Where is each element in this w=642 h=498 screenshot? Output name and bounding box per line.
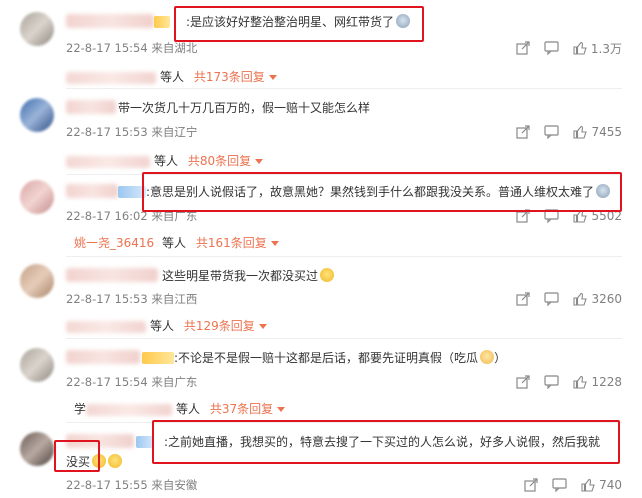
reply-username-link[interactable]: 姚一尧_36416 xyxy=(74,236,154,250)
username-blurred[interactable] xyxy=(66,14,154,28)
divider xyxy=(66,256,622,257)
comment-icon xyxy=(544,375,560,389)
reply-username-blurred[interactable] xyxy=(66,320,146,333)
comment-time: 22-8-17 15:53 来自辽宁 xyxy=(66,125,198,139)
chevron-down-icon xyxy=(255,159,264,164)
username-blurred[interactable] xyxy=(66,350,140,364)
comment-time: 22-8-17 15:54 来自广东 xyxy=(66,375,198,389)
comment-button[interactable] xyxy=(544,125,560,139)
like-count: 7455 xyxy=(591,125,622,139)
replies-summary[interactable]: 姚一尧_36416 等人 共161条回复 xyxy=(74,234,279,250)
member-badge xyxy=(142,352,174,364)
avatar[interactable] xyxy=(20,432,54,466)
like-count: 740 xyxy=(599,478,622,492)
avatar[interactable] xyxy=(20,12,54,46)
like-count: 3260 xyxy=(591,292,622,306)
like-count: 1.3万 xyxy=(590,41,622,56)
avatar[interactable] xyxy=(20,180,54,214)
comment-text: 带一次货几十万几百万的，假一赔十又能怎么样 xyxy=(118,101,371,115)
comment-button[interactable] xyxy=(544,292,560,306)
comment-button[interactable] xyxy=(552,478,567,492)
highlight-box xyxy=(142,172,622,212)
member-badge xyxy=(154,16,170,28)
comment-icon xyxy=(544,125,560,139)
like-button[interactable]: 740 xyxy=(581,478,622,492)
comment-icon xyxy=(544,292,560,306)
reply-count-link[interactable]: 共161条回复 xyxy=(196,236,267,250)
highlight-box xyxy=(54,440,100,472)
like-button[interactable]: 1.3万 xyxy=(573,40,622,57)
like-button[interactable]: 1228 xyxy=(573,375,622,389)
share-icon xyxy=(516,375,531,389)
replies-summary[interactable]: 等人 共129条回复 xyxy=(66,317,267,333)
highlight-box xyxy=(152,420,620,464)
comment-icon xyxy=(552,478,567,492)
thumbs-up-icon xyxy=(573,375,588,389)
like-button[interactable]: 7455 xyxy=(573,125,622,139)
thumbs-up-icon xyxy=(573,41,587,55)
comment-button[interactable] xyxy=(544,41,559,55)
comment-time: 22-8-17 15:54 来自湖北 xyxy=(66,41,198,55)
reply-username-blurred[interactable] xyxy=(86,403,173,416)
divider xyxy=(66,338,622,339)
reply-count-link[interactable]: 共129条回复 xyxy=(184,319,255,333)
divider xyxy=(66,88,622,89)
reply-username-blurred[interactable] xyxy=(66,71,156,84)
reply-username-blurred[interactable] xyxy=(66,155,150,168)
reply-count-link[interactable]: 共37条回复 xyxy=(210,402,273,416)
highlight-box xyxy=(174,6,424,42)
share-button[interactable] xyxy=(516,41,530,55)
replies-summary[interactable]: 等人 共173条回复 xyxy=(66,68,277,84)
laughing-emoji-icon xyxy=(320,268,335,282)
share-icon xyxy=(516,125,531,139)
share-icon xyxy=(516,41,530,55)
replies-summary[interactable]: 等人 共80条回复 xyxy=(66,152,264,168)
avatar[interactable] xyxy=(20,264,54,298)
like-button[interactable]: 3260 xyxy=(573,292,622,306)
share-icon xyxy=(516,292,531,306)
comment-actions: 1228 xyxy=(502,373,622,391)
chevron-down-icon xyxy=(268,75,277,80)
thumbs-up-icon xyxy=(573,125,588,139)
comment-time: 22-8-17 15:55 来自安徽 xyxy=(66,478,198,492)
share-icon xyxy=(524,478,538,492)
comment-button[interactable] xyxy=(544,375,560,389)
share-button[interactable] xyxy=(516,125,531,139)
comment-actions: 7455 xyxy=(502,123,622,141)
chevron-down-icon xyxy=(277,407,286,412)
like-count: 1228 xyxy=(591,375,622,389)
comment-actions: 3260 xyxy=(502,290,622,308)
avatar[interactable] xyxy=(20,98,54,132)
thumbs-up-icon xyxy=(581,478,595,492)
comment-time: 22-8-17 15:53 来自江西 xyxy=(66,292,198,306)
chevron-down-icon xyxy=(270,241,279,246)
laughing-emoji-icon xyxy=(108,454,123,468)
username-blurred[interactable] xyxy=(66,100,116,114)
reply-count-link[interactable]: 共80条回复 xyxy=(188,154,251,168)
replies-summary[interactable]: 学等人 共37条回复 xyxy=(74,400,286,416)
comment-text: :不论是不是假一赔十这都是后话，都要先证明真假（吃瓜） xyxy=(174,350,507,365)
username-blurred[interactable] xyxy=(66,184,118,198)
comment-text: 这些明星带货我一次都没买过 xyxy=(162,268,335,284)
cat-emoji-icon xyxy=(480,350,495,364)
avatar[interactable] xyxy=(20,348,54,382)
comment-actions: 1.3万 xyxy=(502,39,622,57)
share-button[interactable] xyxy=(516,375,531,389)
comment-actions: 740 xyxy=(510,476,622,494)
username-blurred[interactable] xyxy=(66,268,158,282)
thumbs-up-icon xyxy=(573,292,588,306)
comment-icon xyxy=(544,41,559,55)
share-button[interactable] xyxy=(524,478,538,492)
reply-count-link[interactable]: 共173条回复 xyxy=(194,70,265,84)
chevron-down-icon xyxy=(258,324,267,329)
share-button[interactable] xyxy=(516,292,531,306)
